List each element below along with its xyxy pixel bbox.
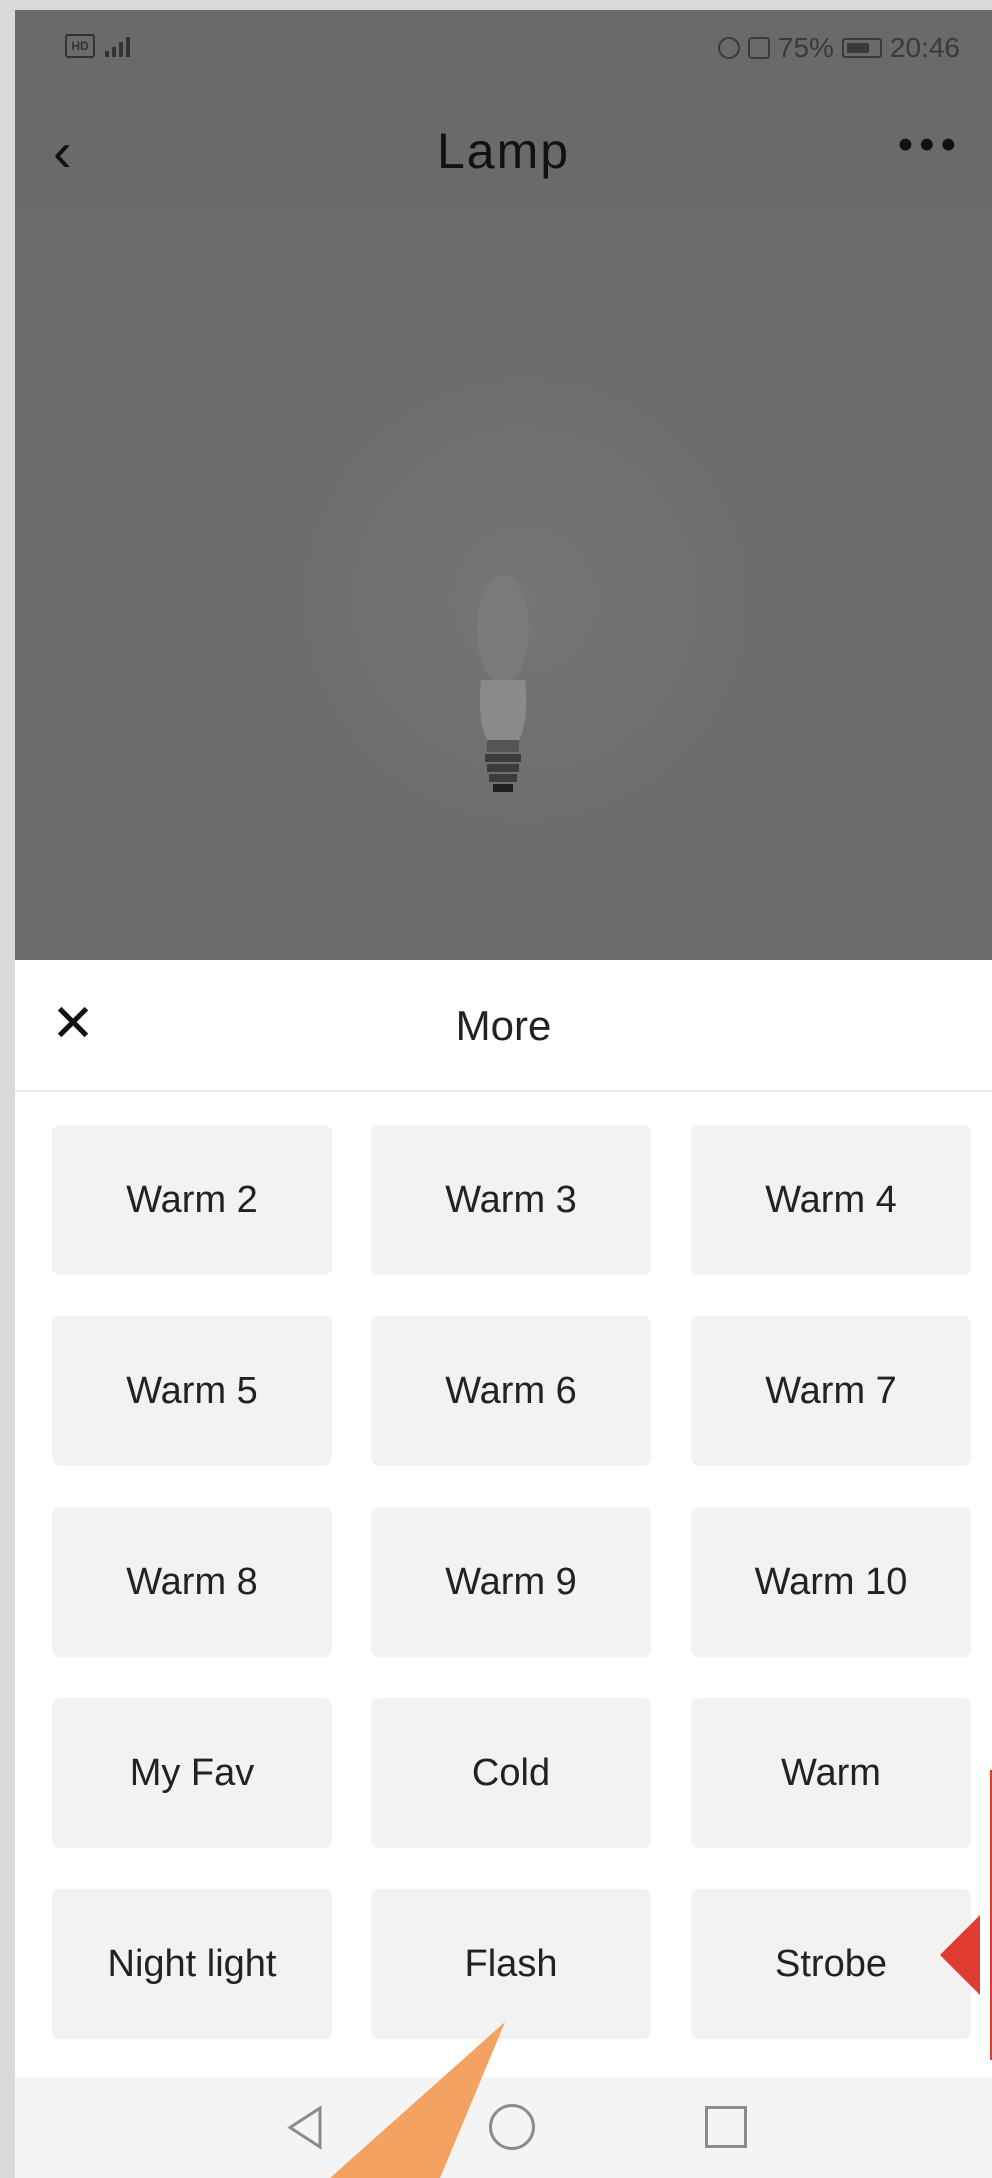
- scene-button[interactable]: Warm 9: [371, 1507, 651, 1657]
- sheet-title: More: [455, 1002, 552, 1049]
- alarm-icon: [717, 37, 740, 59]
- more-dots-icon[interactable]: •••: [898, 120, 962, 170]
- scene-button[interactable]: Warm 8: [52, 1507, 332, 1657]
- lamp-preview: [15, 210, 992, 960]
- scene-button[interactable]: Flash: [371, 1889, 651, 2039]
- status-bar: HD 75% 20:46: [15, 10, 992, 90]
- hd-badge: HD: [65, 34, 95, 58]
- clock: 20:46: [889, 32, 960, 63]
- scene-button[interactable]: Warm 6: [371, 1316, 651, 1466]
- sheet-header: ✕ More: [15, 960, 992, 1092]
- more-sheet: ✕ More Warm 2 Warm 3 Warm 4 Warm 5 Warm …: [15, 960, 992, 2178]
- scene-button[interactable]: Night light: [52, 1889, 332, 2039]
- phone-screen: HD 75% 20:46 ‹ Lamp ••• ✕ More Warm 2 Wa…: [15, 10, 992, 2178]
- scene-button[interactable]: Cold: [371, 1698, 651, 1848]
- battery-percent: 75%: [777, 32, 834, 63]
- scene-button-strobe[interactable]: Strobe: [691, 1889, 971, 2039]
- bulb-icon: [477, 575, 529, 792]
- annotation-arrow-orange: [330, 2022, 505, 2178]
- app-bar: ‹ Lamp •••: [15, 90, 992, 211]
- scene-button[interactable]: Warm 4: [691, 1125, 971, 1275]
- square-recent-icon[interactable]: [705, 2106, 747, 2148]
- page-title: Lamp: [436, 123, 571, 179]
- scene-button[interactable]: Warm 3: [371, 1125, 651, 1275]
- status-right: 75% 20:46: [717, 32, 960, 64]
- scene-button[interactable]: Warm 10: [691, 1507, 971, 1657]
- scene-button[interactable]: Warm 5: [52, 1316, 332, 1466]
- status-left: HD: [65, 34, 130, 58]
- annotation-callout-red: [940, 1770, 992, 2060]
- mute-icon: [747, 37, 770, 59]
- battery-icon: [841, 38, 882, 58]
- scene-button[interactable]: My Fav: [52, 1698, 332, 1848]
- signal-icon: [105, 35, 130, 57]
- scene-button[interactable]: Warm 2: [52, 1125, 332, 1275]
- scene-button[interactable]: Warm 7: [691, 1316, 971, 1466]
- scene-button[interactable]: Warm: [691, 1698, 971, 1848]
- triangle-back-icon[interactable]: [280, 2100, 335, 2155]
